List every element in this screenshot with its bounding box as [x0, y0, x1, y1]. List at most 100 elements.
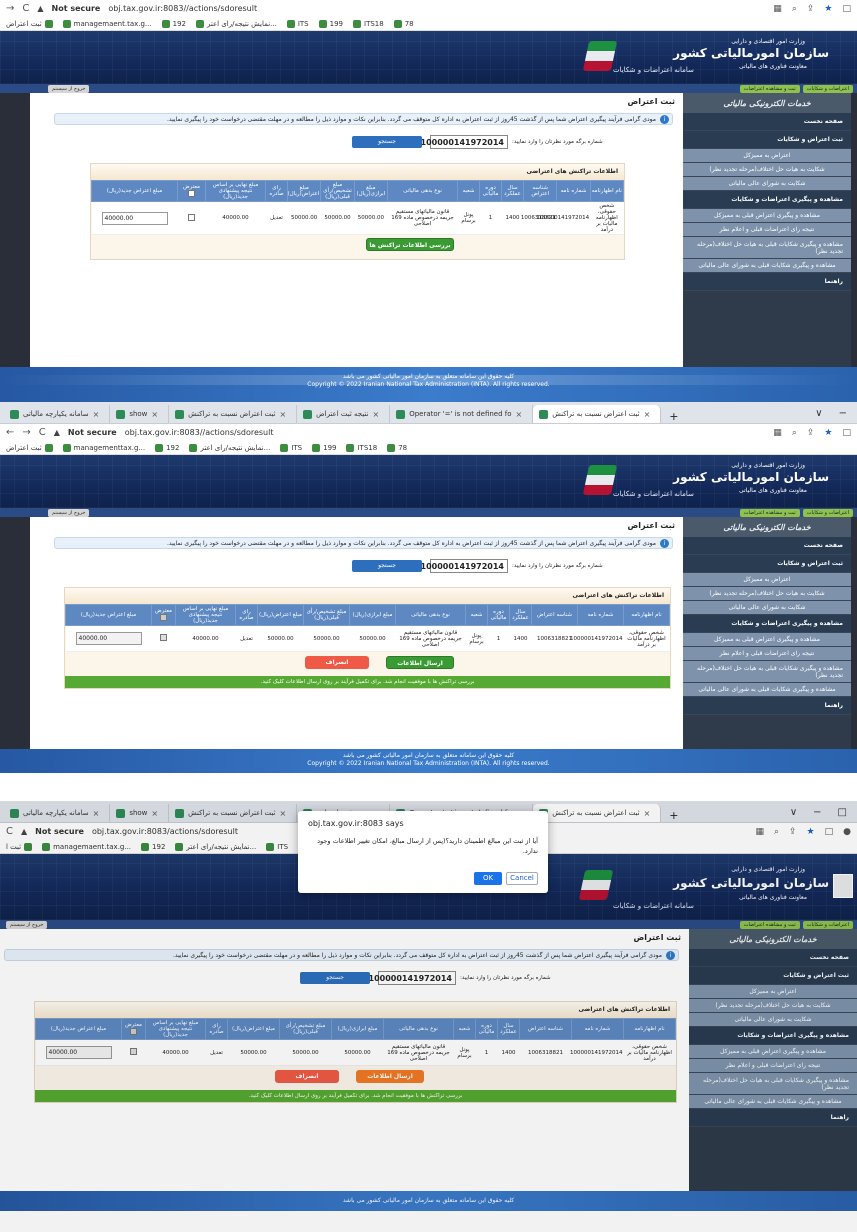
search-button[interactable]: جستجو [352, 136, 422, 148]
review-transactions-button[interactable]: بررسی اطلاعات تراکنش ها [366, 238, 454, 251]
sidebar-item-help[interactable]: راهنما [683, 697, 851, 715]
breadcrumb-item[interactable]: ثبت و مشاهده اعتراضات [739, 85, 800, 93]
sidebar-item-complaint-board[interactable]: شکایت به هیات حل اختلاف(مرحله تجدید نظر) [683, 587, 851, 601]
zoom-icon[interactable]: ⌕ [792, 4, 797, 14]
sidebar-item-prev-objection[interactable]: مشاهده و پیگیری اعتراض قبلی به ممیزکل [683, 209, 851, 223]
sidebar-item-complaint-council[interactable]: شکایت به شورای عالی مالیاتی [683, 177, 851, 191]
sidebar-item-prev-complaint-council[interactable]: مشاهده و پیگیری شکایات قبلی به شورای عال… [683, 683, 851, 697]
bookmark-item[interactable]: managemaent.tax.g... [62, 19, 152, 28]
extensions-icon[interactable]: ▦ [773, 4, 782, 14]
sidebar-item-verdict[interactable]: نتیجه رای اعتراضات قبلی و اعلام نظر [683, 223, 851, 237]
browser-tab[interactable]: × show [110, 405, 170, 423]
cell: 100000141972014 [537, 201, 591, 235]
column-header: مبلغ نهایی بر اساس نتیجه پیشنهادی جدید(ر… [175, 604, 236, 626]
sidebar-item-prev-objection[interactable]: مشاهده و پیگیری اعتراض قبلی به ممیزکل [683, 633, 851, 647]
forward-icon[interactable]: → [22, 427, 30, 438]
not-secure-label: Not secure [51, 4, 101, 13]
info-alert: i مودی گرامی فرآیند پیگیری اعتراض شما پس … [54, 113, 673, 125]
select-all-checkbox[interactable] [188, 189, 195, 197]
sidebar-item-objection-auditor[interactable]: اعتراض به ممیزکل [683, 149, 851, 163]
browser-tab[interactable]: × سامانه یکپارچه مالیاتی [4, 405, 111, 423]
search-button[interactable]: جستجو [352, 560, 422, 572]
bookmark-item[interactable]: ITS [280, 443, 302, 452]
bookmark-item[interactable]: ITS18 [353, 19, 384, 28]
reload-icon[interactable]: C [39, 427, 46, 438]
sidebar-item-prev-complaint-board[interactable]: مشاهده و پیگیری شکایات قبلی به هیات حل ا… [683, 661, 851, 683]
share-icon[interactable]: ⇪ [807, 4, 815, 14]
reload-icon[interactable]: C [22, 3, 29, 14]
bookmark-star-icon[interactable]: ★ [824, 4, 832, 14]
sidebar-item-home[interactable]: صفحه نخست [683, 537, 851, 555]
bookmark-item[interactable]: 192 [155, 443, 179, 452]
close-tab-icon: × [92, 409, 100, 419]
search-input[interactable]: 100000141972014 [421, 135, 508, 149]
browser-tab[interactable]: ×نتیجه ثبت اعتراض [297, 405, 391, 423]
tab-search-icon[interactable]: ∨ [815, 408, 822, 419]
send-data-button[interactable]: ارسال اطلاعات [386, 656, 454, 669]
bookmark-item[interactable]: نمایش نتیجه/رای اعتر... [195, 19, 277, 28]
url-text[interactable]: obj.tax.gov.ir:8083//actions/sdoresult [125, 428, 274, 437]
bookmark-item[interactable]: 192 [161, 19, 186, 28]
browser-tab-active[interactable]: × ثبت اعتراض نسبت به تراکنش [533, 405, 662, 423]
bookmark-star-icon[interactable]: ★ [824, 428, 832, 438]
bookmark-item[interactable]: 78 [387, 443, 407, 452]
close-tab-icon: × [279, 409, 287, 419]
bookmark-item[interactable]: 199 [318, 19, 343, 28]
sidebar-item-complaint-board[interactable]: شکایت به هیات حل اختلاف(مرحله تجدید نظر) [683, 163, 851, 177]
sidebar-item-register[interactable]: ثبت اعتراض و شکایات [683, 131, 851, 149]
bookmark-item[interactable]: نمایش نتیجه/رای اعتر... [189, 443, 270, 452]
cancel-button[interactable]: انصراف [305, 656, 369, 669]
address-bar[interactable]: → C ▲ Not secure obj.tax.gov.ir:8083//ac… [0, 0, 857, 17]
sidebar-item-prev-complaint-board[interactable]: مشاهده و پیگیری شکایات قبلی به هیات حل ا… [683, 237, 851, 259]
page-title: ثبت اعتراض [627, 97, 675, 106]
search-input[interactable]: 100000141972014 [421, 559, 508, 573]
sidebar-icon[interactable]: □ [842, 4, 851, 14]
cell: 50000.00 [320, 201, 355, 235]
logout-button[interactable]: خروج از سیستم [48, 509, 90, 517]
breadcrumb-item[interactable]: ثبت و مشاهده اعتراضات [739, 509, 800, 517]
share-icon[interactable]: ⇪ [807, 428, 815, 438]
objection-checkbox[interactable] [188, 213, 195, 221]
new-amount-input[interactable]: 40000.00 [101, 211, 168, 225]
logout-button[interactable]: خروج از سیستم [48, 85, 90, 93]
sidebar-item-home[interactable]: صفحه نخست [683, 113, 851, 131]
dialog-cancel-button[interactable]: Cancel [506, 872, 538, 885]
sidebar-item-track[interactable]: مشاهده و پیگیری اعتراضات و شکایات [683, 615, 851, 633]
new-tab-button[interactable]: + [661, 410, 686, 423]
minimize-icon[interactable]: − [839, 408, 847, 419]
bookmark-item[interactable]: 199 [312, 443, 336, 452]
bookmark-item[interactable]: ITS [286, 19, 309, 28]
sidebar-item-objection-auditor[interactable]: اعتراض به ممیزکل [683, 573, 851, 587]
sidebar-item-complaint-council[interactable]: شکایت به شورای عالی مالیاتی [683, 601, 851, 615]
column-header: مبلغ نهایی بر اساس نتیجه پیشنهادی جدید(ر… [205, 180, 266, 202]
sidebar-item-verdict[interactable]: نتیجه رای اعتراضات قبلی و اعلام نظر [683, 647, 851, 661]
zoom-icon[interactable]: ⌕ [792, 428, 797, 438]
column-header: دوره مالیاتی [479, 180, 503, 202]
bookmark-item[interactable]: ثبت اعتراض [6, 443, 53, 452]
browser-tab[interactable]: ×Operator '=' is not defined fo [390, 405, 534, 423]
sidebar-item-track[interactable]: مشاهده و پیگیری اعتراضات و شکایات [683, 191, 851, 209]
sidebar-item-prev-complaint-council[interactable]: مشاهده و پیگیری شکایات قبلی به شورای عال… [683, 259, 851, 273]
forward-icon[interactable]: → [6, 3, 14, 14]
sidebar-icon[interactable]: □ [842, 428, 851, 438]
bookmark-item[interactable]: managementtax.g... [62, 443, 145, 452]
sidebar-item-register[interactable]: ثبت اعتراض و شکایات [683, 555, 851, 573]
bookmark-item[interactable]: 78 [393, 19, 414, 28]
page-title: ثبت اعتراض [627, 521, 675, 530]
url-text[interactable]: obj.tax.gov.ir:8083//actions/sdoresult [108, 4, 257, 13]
browser-tab[interactable]: × ثبت اعتراض نسبت به تراکنش [169, 405, 298, 423]
breadcrumb-item[interactable]: اعتراضات و شکایات [802, 509, 853, 517]
dialog-ok-button[interactable]: OK [474, 872, 502, 885]
address-bar[interactable]: ← → C ▲ Not secure obj.tax.gov.ir:8083//… [0, 424, 857, 441]
breadcrumb-item[interactable]: اعتراضات و شکایات [802, 85, 853, 93]
transactions-table: نام اظهارنامه شماره نامه شناسه اعتراض سا… [65, 604, 670, 652]
cell: قانون مالیاتهای مستقیم جریمه درخصوص ماده… [387, 201, 458, 235]
sidebar-item-help[interactable]: راهنما [683, 273, 851, 291]
bookmark-item[interactable]: ITS18 [346, 443, 377, 452]
column-header: شماره نامه [556, 180, 591, 202]
back-icon[interactable]: ← [6, 427, 14, 438]
bookmark-item[interactable]: ثبت اعتراض [6, 19, 53, 28]
extensions-icon[interactable]: ▦ [773, 428, 782, 438]
info-icon: i [660, 115, 669, 124]
column-header: نوع بدهی مالیاتی [387, 180, 459, 202]
